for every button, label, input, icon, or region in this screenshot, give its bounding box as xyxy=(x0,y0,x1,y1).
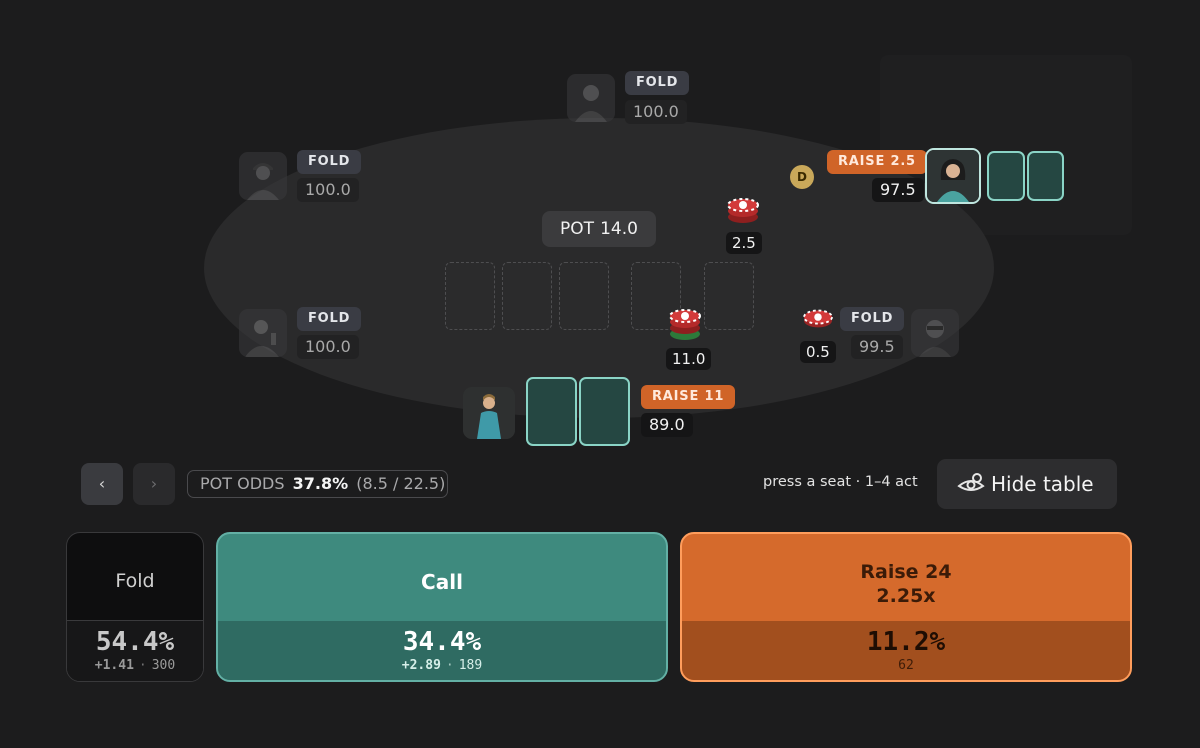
seat-top-stack: 100.0 xyxy=(625,100,687,124)
keyboard-hint: press a seat · 1–4 act xyxy=(763,474,918,490)
seat-lower-left-stack: 100.0 xyxy=(297,335,359,359)
poker-table-view: FOLD 100.0 FOLD 100.0 FOLD 100.0 D RAISE… xyxy=(0,0,1200,748)
raise-action-card[interactable]: Raise 24 2.25x 11.2% 62 xyxy=(680,532,1132,682)
board-card-slot-5 xyxy=(704,262,754,330)
upper-right-bet-amount: 2.5 xyxy=(726,232,762,254)
pot-value: 14.0 xyxy=(600,219,638,239)
player-avatar-icon xyxy=(911,309,959,357)
eye-off-icon xyxy=(957,473,985,491)
seat-upper-left-action-badge: FOLD xyxy=(297,150,362,174)
pot-odds-detail: (8.5 / 22.5) xyxy=(356,474,446,493)
call-count: 189 xyxy=(458,658,483,673)
chip-stack-icon xyxy=(668,305,702,341)
seat-lower-right-avatar[interactable] xyxy=(911,309,959,357)
fold-count: 300 xyxy=(151,658,176,673)
fold-action-card[interactable]: Fold 54.4% +1.41 · 300 xyxy=(66,532,204,682)
raise-frequency: 11.2% xyxy=(866,627,946,657)
hide-table-label: Hide table xyxy=(991,472,1094,496)
player-avatar-icon xyxy=(463,387,515,439)
villain-hole-card-2 xyxy=(1027,151,1064,201)
hero-action-badge: RAISE 11 xyxy=(641,385,736,409)
seat-upper-left-avatar[interactable] xyxy=(239,152,287,200)
player-avatar-icon xyxy=(239,309,287,357)
pot-label: POT xyxy=(560,219,595,239)
board-card-slot-1 xyxy=(445,262,495,330)
call-stats: 34.4% +2.89 · 189 xyxy=(218,621,666,680)
seat-lower-right-action-badge: FOLD xyxy=(840,307,905,331)
seat-lower-left-action-badge: FOLD xyxy=(297,307,362,331)
hero-hole-card-1 xyxy=(526,377,577,446)
pot-odds-display: POT ODDS 37.8% (8.5 / 22.5) xyxy=(187,470,448,498)
raise-count: 62 xyxy=(898,658,914,673)
player-avatar-icon xyxy=(927,150,979,202)
chip-icon xyxy=(802,304,834,332)
hide-table-button[interactable]: Hide table xyxy=(937,459,1117,509)
pot-odds-value: 37.8% xyxy=(292,474,349,493)
board-card-slot-2 xyxy=(502,262,552,330)
seat-lower-right-stack: 99.5 xyxy=(851,335,903,359)
call-label: Call xyxy=(421,570,463,594)
call-frequency: 34.4% xyxy=(402,627,482,657)
seat-top-avatar[interactable] xyxy=(567,74,615,122)
dealer-button: D xyxy=(790,165,814,189)
seat-upper-right-stack: 97.5 xyxy=(872,178,924,202)
call-ev: +2.89 xyxy=(401,658,441,673)
fold-frequency: 54.4% xyxy=(95,627,175,657)
hero-avatar[interactable] xyxy=(463,387,515,439)
player-avatar-icon xyxy=(239,152,287,200)
next-button[interactable]: › xyxy=(133,463,175,505)
seat-top-action-badge: FOLD xyxy=(625,71,690,95)
fold-stats: 54.4% +1.41 · 300 xyxy=(67,620,203,681)
seat-upper-left-stack: 100.0 xyxy=(297,178,359,202)
raise-label: Raise 24 xyxy=(860,561,952,583)
fold-label: Fold xyxy=(115,570,155,592)
raise-stats: 11.2% 62 xyxy=(682,621,1130,680)
fold-ev: +1.41 xyxy=(94,658,134,673)
seat-lower-left-avatar[interactable] xyxy=(239,309,287,357)
hero-hole-card-2 xyxy=(579,377,630,446)
lower-right-bet-amount: 0.5 xyxy=(800,341,836,363)
fold-ev-line: +1.41 · 300 xyxy=(94,658,176,673)
pot-odds-label: POT ODDS xyxy=(200,474,285,493)
hero-stack: 89.0 xyxy=(641,413,693,437)
hero-bet-amount: 11.0 xyxy=(666,348,712,370)
seat-upper-right-action-badge: RAISE 2.5 xyxy=(827,150,927,174)
chip-stack-icon xyxy=(726,189,760,225)
pot-display: POT 14.0 xyxy=(542,211,656,247)
villain-hole-card-1 xyxy=(987,151,1025,201)
call-ev-line: +2.89 · 189 xyxy=(401,658,483,673)
seat-upper-right-avatar[interactable] xyxy=(925,148,981,204)
previous-button[interactable]: ‹ xyxy=(81,463,123,505)
call-action-card[interactable]: Call 34.4% +2.89 · 189 xyxy=(216,532,668,682)
raise-sizing: 2.25x xyxy=(876,585,936,607)
player-avatar-icon xyxy=(567,74,615,122)
raise-header: Raise 24 2.25x xyxy=(682,534,1130,621)
board-card-slot-3 xyxy=(559,262,609,330)
